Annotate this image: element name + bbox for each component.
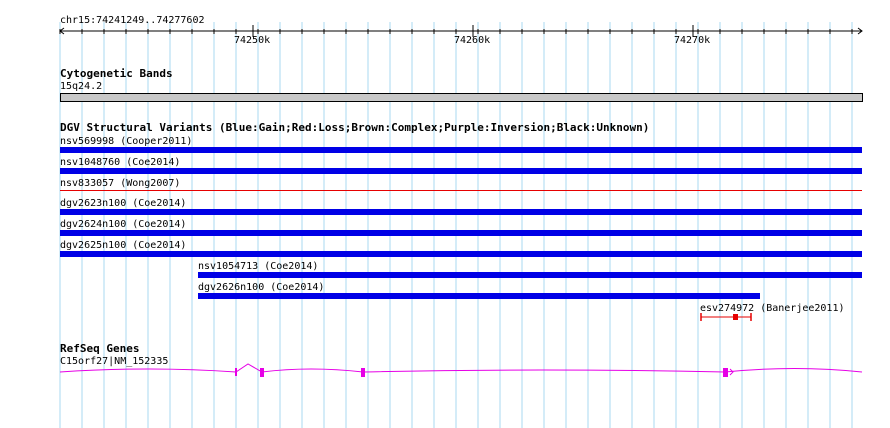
- gene-exon: [361, 368, 365, 377]
- ruler-tick-74250k: 74250k: [234, 35, 271, 46]
- ruler-tick-74260k: 74260k: [454, 35, 491, 46]
- refseq-track-title: RefSeq Genes: [60, 342, 140, 355]
- variant-label: nsv569998 (Cooper2011): [60, 136, 193, 147]
- cytoband-bar[interactable]: [60, 93, 863, 102]
- gene-intron-line: [59, 363, 863, 373]
- variant-label: dgv2623n100 (Coe2014): [60, 198, 187, 209]
- gene-strand-arrow: [729, 368, 734, 376]
- variant-bar-gain[interactable]: [60, 230, 862, 236]
- genome-browser-panel: chr15:74241249..74277602 74250k 74260k 7…: [0, 0, 890, 428]
- variant-label: nsv1048760 (Coe2014): [60, 157, 181, 168]
- ruler-axis[interactable]: [0, 0, 890, 40]
- gene-model[interactable]: [0, 360, 890, 384]
- variant-label: nsv833057 (Wong2007): [60, 178, 181, 189]
- variant-label: dgv2626n100 (Coe2014): [198, 282, 325, 293]
- gene-exon: [260, 368, 264, 377]
- gene-exon: [235, 368, 237, 376]
- gene-exon: [723, 368, 728, 377]
- variant-bar-gain[interactable]: [60, 168, 862, 174]
- variant-bar-loss-split[interactable]: [698, 311, 756, 323]
- variant-label: dgv2625n100 (Coe2014): [60, 240, 187, 251]
- variant-bar-gain[interactable]: [60, 147, 862, 153]
- variant-bar-gain[interactable]: [60, 209, 862, 215]
- variant-label: dgv2624n100 (Coe2014): [60, 219, 187, 230]
- dgv-track-title: DGV Structural Variants (Blue:Gain;Red:L…: [60, 121, 650, 134]
- cytoband-label: 15q24.2: [60, 81, 103, 92]
- ruler-tick-74270k: 74270k: [674, 35, 711, 46]
- variant-bar-gain[interactable]: [198, 293, 760, 299]
- variant-bar-gain[interactable]: [198, 272, 862, 278]
- variant-bar-loss[interactable]: [60, 190, 862, 191]
- variant-bar-gain[interactable]: [60, 251, 862, 257]
- variant-label: nsv1054713 (Coe2014): [198, 261, 319, 272]
- cytoband-track-title: Cytogenetic Bands: [60, 67, 173, 80]
